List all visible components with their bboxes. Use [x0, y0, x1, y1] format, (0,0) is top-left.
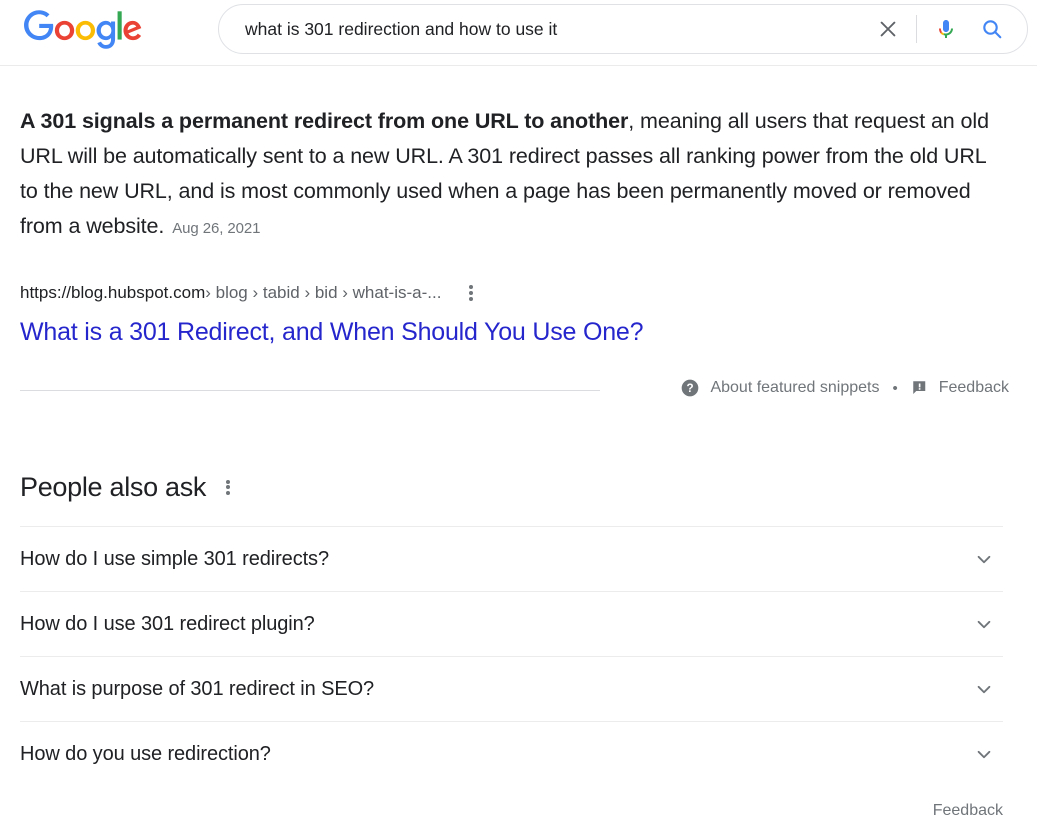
close-icon[interactable]: [866, 7, 910, 51]
chevron-down-icon[interactable]: [971, 676, 997, 702]
people-also-ask-list: How do I use simple 301 redirects? How do…: [20, 526, 1003, 786]
paa-question-row[interactable]: How do I use simple 301 redirects?: [20, 526, 1003, 591]
close-icon-glyph: [880, 21, 896, 37]
microphone-icon-glyph: [939, 20, 953, 38]
footer-divider: [20, 390, 600, 391]
action-separator: •: [892, 379, 898, 397]
about-featured-snippets-link[interactable]: About featured snippets: [710, 379, 879, 397]
search-box[interactable]: [218, 4, 1028, 54]
featured-snippet-actions: ? About featured snippets • Feedback: [680, 378, 1009, 398]
people-also-ask-header: People also ask: [20, 470, 1017, 504]
search-icon-glyph: [983, 20, 1002, 39]
help-circle-icon[interactable]: ?: [680, 378, 700, 398]
search-results-main: A 301 signals a permanent redirect from …: [0, 104, 1037, 818]
kebab-dot: [469, 297, 474, 301]
chevron-down-icon[interactable]: [971, 741, 997, 767]
paa-question-row[interactable]: How do I use 301 redirect plugin?: [20, 591, 1003, 656]
result-url-row: https://blog.hubspot.com › blog › tabid …: [20, 282, 1017, 304]
paa-feedback-link[interactable]: Feedback: [933, 802, 1003, 818]
kebab-menu-icon[interactable]: [226, 479, 231, 495]
kebab-menu-icon[interactable]: [469, 285, 474, 301]
people-also-ask-title: People also ask: [20, 472, 207, 502]
people-also-ask-footer: Feedback: [20, 798, 1003, 818]
flag-feedback-icon[interactable]: [911, 379, 929, 397]
microphone-icon[interactable]: [923, 7, 969, 51]
kebab-dot: [469, 291, 474, 295]
chevron-down-icon[interactable]: [971, 546, 997, 572]
google-logo[interactable]: [18, 10, 148, 50]
kebab-dot: [226, 490, 231, 495]
paa-question-label: How do I use simple 301 redirects?: [20, 547, 329, 570]
kebab-dot: [226, 485, 231, 489]
chevron-down-icon[interactable]: [971, 611, 997, 637]
search-input[interactable]: [219, 6, 866, 52]
search-icon[interactable]: [969, 7, 1015, 51]
result-url[interactable]: https://blog.hubspot.com: [20, 282, 205, 304]
feedback-link[interactable]: Feedback: [939, 379, 1009, 397]
paa-question-row[interactable]: How do you use redirection?: [20, 721, 1003, 786]
result-title-link[interactable]: What is a 301 Redirect, and When Should …: [20, 316, 1017, 348]
kebab-dot: [226, 479, 231, 484]
breadcrumb: › blog › tabid › bid › what-is-a-...: [205, 283, 442, 302]
featured-snippet-footer: ? About featured snippets • Feedback: [20, 378, 1017, 408]
kebab-dot: [469, 285, 474, 289]
paa-question-label: How do I use 301 redirect plugin?: [20, 612, 315, 635]
paa-question-label: How do you use redirection?: [20, 742, 271, 765]
featured-snippet-text: A 301 signals a permanent redirect from …: [20, 104, 995, 246]
search-header: [0, 0, 1037, 66]
featured-snippet-result: https://blog.hubspot.com › blog › tabid …: [20, 282, 1017, 348]
paa-question-label: What is purpose of 301 redirect in SEO?: [20, 677, 375, 700]
featured-snippet-lead: A 301 signals a permanent redirect from …: [20, 109, 629, 133]
svg-text:?: ?: [687, 382, 694, 395]
paa-question-row[interactable]: What is purpose of 301 redirect in SEO?: [20, 656, 1003, 721]
featured-snippet-date: Aug 26, 2021: [172, 220, 261, 237]
search-divider: [916, 15, 917, 43]
